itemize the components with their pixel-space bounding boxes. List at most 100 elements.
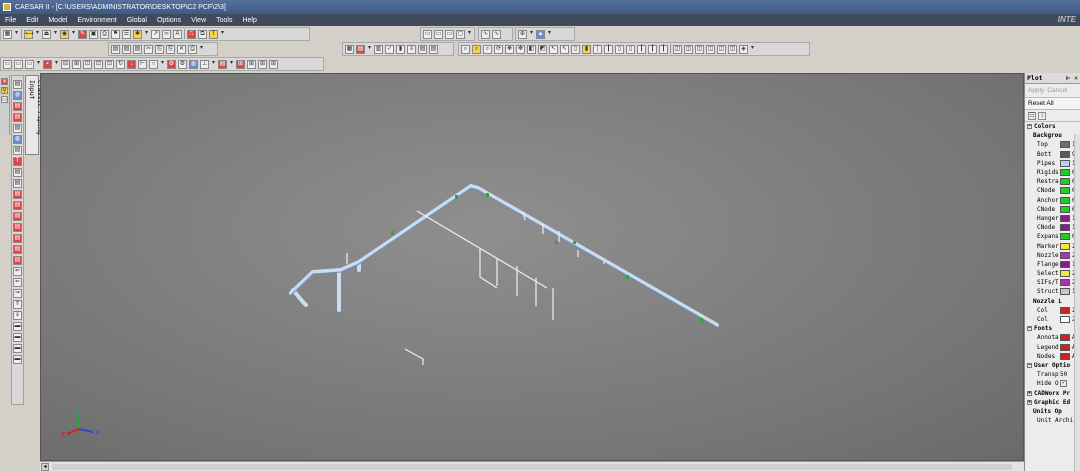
color-swatch[interactable] — [1060, 196, 1070, 204]
color-swatch[interactable] — [1060, 233, 1070, 241]
section-units[interactable]: Units Op — [1025, 407, 1080, 416]
background-color-row[interactable]: Bott9 — [1025, 150, 1080, 159]
chevron-down-icon[interactable]: ▾ — [53, 30, 58, 39]
page-red2-icon[interactable]: ▤ — [13, 201, 22, 210]
element-color-row[interactable]: Rigids0 — [1025, 168, 1080, 177]
color-swatch[interactable] — [1060, 288, 1070, 296]
page-red-icon[interactable]: ▤ — [13, 190, 22, 199]
printer-icon[interactable]: ⎙ — [188, 44, 197, 54]
page-red4-icon[interactable]: ▤ — [13, 223, 22, 232]
doc3-icon[interactable]: ▤ — [133, 44, 142, 54]
chevron-down-icon[interactable]: ▾ — [750, 45, 755, 54]
apply-button[interactable]: Apply — [1028, 87, 1044, 94]
element-color-row[interactable]: Pipes1 — [1025, 159, 1080, 168]
zoom-window-icon[interactable]: ⌕ — [472, 44, 481, 54]
section-cadworx[interactable]: + CADWorx Pr — [1025, 388, 1080, 397]
circle-icon[interactable]: ○ — [149, 59, 158, 69]
equipment2-icon[interactable]: ▬ — [13, 333, 22, 342]
element-color-row[interactable]: SIFs/T2 — [1025, 278, 1080, 287]
element-color-row[interactable]: CNode0 — [1025, 186, 1080, 195]
chevron-down-icon[interactable]: ▾ — [160, 60, 165, 69]
report-icon[interactable]: ▤ — [356, 44, 365, 54]
list-icon[interactable]: ☰ — [122, 29, 131, 39]
tee-icon[interactable]: T — [209, 29, 218, 39]
arrow-left2-icon[interactable]: ⇐ — [13, 278, 22, 287]
arrow-down-icon[interactable]: ⇓ — [13, 311, 22, 320]
merge-icon[interactable]: ⊞ — [72, 59, 81, 69]
globe-icon[interactable]: ◍ — [13, 91, 22, 100]
grid-icon[interactable]: ▦ — [3, 29, 12, 39]
grid4-icon[interactable]: ⊞ — [269, 59, 278, 69]
color-swatch[interactable] — [1060, 224, 1070, 232]
binoculars-icon[interactable]: ∞ — [162, 29, 171, 39]
element-color-row[interactable]: Restra0 — [1025, 177, 1080, 186]
expand-icon[interactable]: + — [1027, 399, 1032, 405]
view-iso-icon[interactable]: ◩ — [538, 44, 547, 54]
collapse-icon[interactable]: − — [1027, 124, 1032, 130]
collapse-icon[interactable]: − — [1027, 326, 1032, 332]
color-swatch[interactable] — [1060, 334, 1070, 342]
delete-icon[interactable]: ✕ — [177, 44, 186, 54]
color-swatch[interactable] — [1060, 343, 1070, 351]
element-color-row[interactable]: CNode0 — [1025, 205, 1080, 214]
nozzle-color-row[interactable]: Col2 — [1025, 306, 1080, 315]
valve-icon[interactable]: ▪ — [43, 59, 52, 69]
equipment4-icon[interactable]: ▬ — [13, 355, 22, 364]
node3-icon[interactable]: ⊡ — [94, 59, 103, 69]
close-icon[interactable]: ✕ — [1, 78, 8, 85]
chevron-down-icon[interactable]: ▾ — [220, 30, 225, 39]
page5-icon[interactable]: ▤ — [13, 179, 22, 188]
sheet2-icon[interactable]: ▤ — [429, 44, 438, 54]
view-options-icon[interactable]: ◈ — [739, 44, 748, 54]
doc-red2-icon[interactable]: ▤ — [13, 113, 22, 122]
menu-view[interactable]: View — [186, 17, 211, 24]
wave-icon[interactable]: ∿ — [481, 29, 490, 39]
list2-icon[interactable]: ≡ — [407, 44, 416, 54]
disk3-icon[interactable]: ▭ — [25, 59, 34, 69]
color-swatch[interactable] — [1060, 251, 1070, 259]
scroll-left-icon[interactable]: ◂ — [41, 463, 49, 471]
doc-icon[interactable]: ▤ — [111, 44, 120, 54]
menu-model[interactable]: Model — [43, 17, 72, 24]
expand-icon[interactable]: + — [1027, 390, 1032, 396]
font-color-row[interactable]: AnnotaA — [1025, 333, 1080, 342]
element-color-row[interactable]: Select2 — [1025, 269, 1080, 278]
grid2-icon[interactable]: ⊞ — [247, 59, 256, 69]
cube6-icon[interactable]: ◫ — [728, 44, 737, 54]
cancel-button[interactable]: Cancel — [1047, 87, 1067, 94]
orbit-icon[interactable]: ⟳ — [494, 44, 503, 54]
zoom-out-icon[interactable]: ⌕ — [483, 44, 492, 54]
page3-icon[interactable]: ▤ — [13, 146, 22, 155]
hide-checkbox[interactable]: ✓ — [1060, 380, 1067, 388]
globe2-icon[interactable]: ◍ — [13, 135, 22, 144]
arrow-up-icon[interactable]: ⇑ — [13, 300, 22, 309]
panel-icon[interactable]: ▭ — [1, 96, 8, 103]
chevron-down-icon[interactable]: ▾ — [144, 30, 149, 39]
color-swatch[interactable] — [1060, 260, 1070, 268]
bar-icon[interactable]: ▮ — [396, 44, 405, 54]
window-icon[interactable]: ▭ — [423, 29, 432, 39]
menu-file[interactable]: File — [0, 17, 21, 24]
element-color-row[interactable]: Marker2 — [1025, 241, 1080, 250]
doc2-icon[interactable]: ▤ — [122, 44, 131, 54]
categorized-icon[interactable]: ☷ — [1028, 111, 1036, 120]
color-swatch[interactable] — [1060, 270, 1070, 278]
render-icon[interactable]: ▯ — [571, 44, 580, 54]
background-color-row[interactable]: Top1 — [1025, 140, 1080, 149]
pan-icon[interactable]: ✥ — [505, 44, 514, 54]
cut-icon[interactable]: ✂ — [144, 44, 153, 54]
solid-icon[interactable]: ▮ — [582, 44, 591, 54]
paste-icon[interactable]: ⎘ — [155, 44, 164, 54]
nodes-icon[interactable]: ⊞ — [236, 59, 245, 69]
flag-icon[interactable]: ⚑ — [111, 29, 120, 39]
outline-icon[interactable]: ▯ — [615, 44, 624, 54]
arrow-right-icon[interactable]: ⇒ — [13, 289, 22, 298]
page-icon[interactable]: ▤ — [13, 80, 22, 89]
transparency-row[interactable]: Transp 50 — [1025, 370, 1080, 379]
support-icon[interactable]: ⊥ — [200, 59, 209, 69]
chevron-down-icon[interactable]: ▾ — [71, 30, 76, 39]
load-icon[interactable]: ▥ — [374, 44, 383, 54]
chevron-down-icon[interactable]: ▾ — [199, 45, 204, 54]
line-icon[interactable]: │ — [593, 44, 602, 54]
disk-icon[interactable]: ▭ — [3, 59, 12, 69]
